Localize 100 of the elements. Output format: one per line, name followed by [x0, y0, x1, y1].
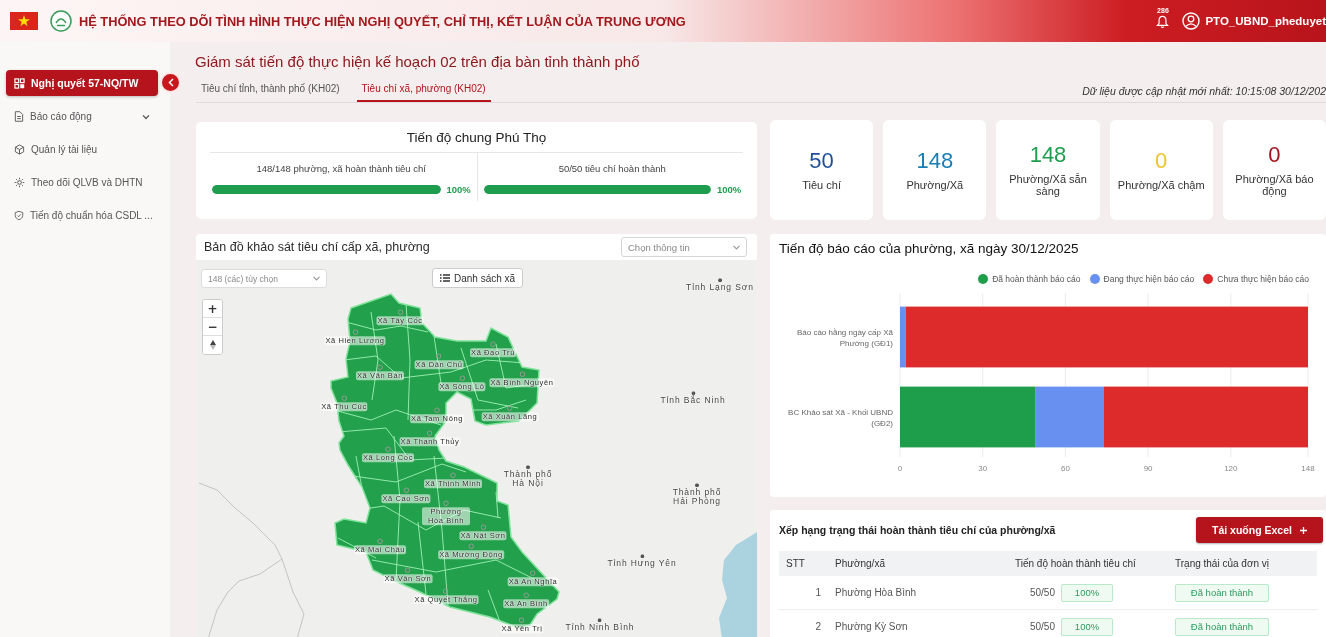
table-cell: 50/50	[1029, 621, 1055, 632]
place-marker-icon	[341, 395, 347, 402]
axis-tick-label: 0	[897, 464, 903, 473]
place-label: Tỉnh Bắc Ninh	[660, 396, 726, 406]
commune-list-button[interactable]: Danh sách xã	[432, 268, 524, 288]
column-header: Trạng thái của đơn vị	[1174, 558, 1270, 569]
stat-label: Phường/Xã chậm	[1117, 179, 1205, 191]
place-marker-icon	[523, 592, 529, 599]
logo-icon	[50, 10, 72, 32]
place-marker-icon	[352, 329, 358, 336]
progress-reading: 100%	[717, 184, 741, 195]
axis-tick-label: 60	[1060, 464, 1070, 473]
plus-icon	[1299, 526, 1307, 534]
panel-title: Xếp hạng trạng thái hoàn thành tiêu chí của phường/xã	[779, 524, 1056, 536]
place-marker-icon	[443, 588, 449, 595]
last-updated-text: Dữ liệu được cập nhật mới nhất: 10:15:08 30/12/202	[1082, 85, 1326, 99]
place-marker-icon	[530, 570, 536, 577]
column-header: Tiến độ hoàn thành tiêu chí	[1014, 558, 1137, 569]
legend-label: Chưa thực hiện báo cáo	[1217, 274, 1309, 284]
status-badge: Đã hoàn thành	[1175, 583, 1269, 602]
tab[interactable]: Tiêu chí xã, phường (KH02)	[356, 79, 491, 102]
percent-badge: 100%	[1061, 617, 1113, 636]
column-header: Phường/xã	[835, 558, 886, 569]
place-marker-icon	[519, 617, 525, 624]
cube-icon	[14, 144, 25, 155]
stat-value: 0	[1268, 143, 1281, 167]
place-marker-icon	[443, 500, 449, 507]
place-dot-icon	[718, 278, 722, 283]
collapse-sidebar-button[interactable]	[160, 72, 181, 93]
panel-title: Tiến độ báo cáo của phường, xã ngày 30/12/2025	[779, 240, 1080, 258]
category-label: Báo cáo hằng ngày cấp Xã Phường (GĐ1)	[796, 327, 893, 348]
stat-label: Tiêu chí	[802, 179, 841, 191]
percent-badge: 100%	[1061, 583, 1113, 602]
grid-icon	[14, 77, 25, 89]
status-badge: Đã hoàn thành	[1175, 617, 1269, 636]
info-select[interactable]: Chọn thông tin	[621, 237, 747, 257]
stat-value: 0	[1155, 149, 1168, 173]
place-marker-icon	[385, 446, 391, 453]
north-arrow-icon	[209, 340, 216, 350]
table-cell-text: 1	[814, 587, 822, 598]
document-icon	[14, 111, 24, 122]
sidebar-item[interactable]: Theo dõi QLVB và DHTN	[0, 166, 158, 199]
caret-down-icon	[313, 276, 320, 281]
table-cell-text: 2	[814, 621, 822, 632]
commune-select[interactable]: 148 (các) tùy chọn	[201, 269, 327, 288]
zoom-in-button[interactable]: +	[203, 300, 222, 318]
stat-label: Phường/Xã	[906, 179, 964, 191]
axis-tick-label: 30	[978, 464, 988, 473]
stat-label: Phường/Xã sẵn sàng	[1008, 173, 1088, 197]
system-title: HỆ THỐNG THEO DÕI TÌNH HÌNH THỰC HIỆN NGHỊ QUYẾT, CHỈ THỊ, KẾT LUẬN CỦA TRUNG ƯƠNG	[79, 13, 686, 29]
stat-value: 148	[1029, 143, 1067, 167]
sidebar-item[interactable]: Báo cáo động	[0, 100, 158, 133]
stat-value: 50	[809, 149, 834, 173]
table-cell-text: Phường Kỳ Sơn	[835, 621, 909, 632]
bell-icon	[1156, 15, 1170, 29]
sidebar-item[interactable]: Tiến độ chuẩn hóa CSDL ...	[0, 199, 158, 232]
place-label: Tỉnh Ninh Bình	[565, 623, 635, 633]
sidebar-item[interactable]: Quản lý tài liệu	[0, 133, 158, 166]
page-title: Giám sát tiến độ thực hiện kế hoạch 02 trên địa bàn tỉnh thành phố	[195, 52, 641, 72]
place-marker-icon	[459, 375, 465, 382]
legend-label: Đang thực hiện báo cáo	[1103, 274, 1195, 284]
column-header: STT	[785, 558, 806, 569]
axis-tick-label: 148	[1301, 464, 1315, 473]
axis-tick-label: 90	[1143, 464, 1153, 473]
user-name: PTO_UBND_pheduyet	[1205, 15, 1326, 27]
place-marker-icon	[377, 364, 383, 371]
caret-down-icon	[733, 244, 740, 250]
download-excel-button[interactable]: Tải xuống Excel	[1196, 517, 1323, 543]
sidebar-item[interactable]: Nghị quyết 57-NQ/TW	[6, 70, 158, 96]
place-label: Thành phố Hà Nội	[502, 470, 554, 489]
place-marker-icon	[490, 341, 496, 348]
table-cell: 50/50	[1029, 587, 1055, 598]
place-dot-icon	[598, 618, 602, 623]
place-marker-icon	[377, 538, 383, 545]
place-marker-icon	[450, 472, 456, 479]
place-marker-icon	[480, 524, 486, 531]
category-label: BC Khảo sát Xã - Khối UBND (GĐ2)	[788, 407, 893, 428]
place-dot-icon	[691, 391, 695, 396]
place-marker-icon	[405, 567, 411, 574]
axis-tick-label: 120	[1224, 464, 1238, 473]
tab[interactable]: Tiêu chí tỉnh, thành phố (KH02)	[196, 79, 345, 102]
chevron-left-icon	[167, 78, 174, 87]
place-marker-icon	[397, 309, 403, 316]
shield-check-icon	[14, 210, 24, 221]
place-marker-icon	[427, 430, 433, 437]
progress-label: 50/50 tiêu chí hoàn thành	[557, 163, 667, 174]
flag-icon	[10, 12, 38, 30]
place-dot-icon	[695, 483, 699, 488]
user-avatar-icon	[1182, 12, 1201, 30]
panel-title: Bản đồ khảo sát tiêu chí cấp xã, phường	[204, 240, 430, 254]
stat-label: Phường/Xã báo động	[1234, 173, 1315, 197]
gear-icon	[14, 177, 25, 188]
place-label: Tỉnh Hưng Yên	[607, 559, 677, 569]
list-icon	[440, 274, 450, 282]
place-marker-icon	[434, 407, 440, 414]
chevron-down-icon	[142, 113, 150, 120]
place-marker-icon	[436, 353, 442, 360]
place-marker-icon	[403, 487, 409, 494]
place-marker-icon	[507, 405, 513, 412]
place-marker-icon	[468, 543, 474, 550]
